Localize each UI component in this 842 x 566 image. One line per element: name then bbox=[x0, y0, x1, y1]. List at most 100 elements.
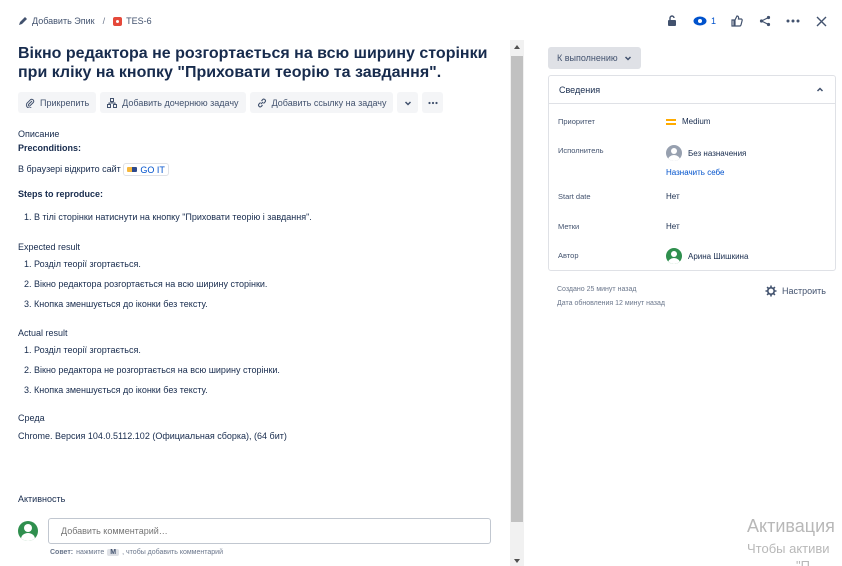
list-item: 2. Вікно редактора розгортається на всю … bbox=[24, 279, 268, 290]
priority-label: Приоритет bbox=[558, 117, 595, 126]
configure-button[interactable]: Настроить bbox=[765, 285, 826, 297]
tip-key: M bbox=[107, 549, 120, 556]
avatar bbox=[18, 521, 38, 541]
share-icon[interactable] bbox=[758, 14, 772, 28]
add-link-label: Добавить ссылку на задачу bbox=[271, 97, 387, 108]
activity-label: Активность bbox=[18, 494, 66, 504]
top-bar: Добавить Эпик / TES-6 1 bbox=[18, 10, 828, 32]
watch-count: 1 bbox=[710, 16, 716, 26]
preconditions-text: В браузері відкрито сайт GO IT bbox=[18, 163, 496, 177]
activation-watermark-hint: "П bbox=[796, 558, 810, 566]
status-dropdown[interactable]: К выполнению bbox=[548, 47, 641, 69]
lock-icon[interactable] bbox=[665, 14, 679, 28]
author-row[interactable]: Автор Арина Шишкина bbox=[558, 248, 825, 264]
comment-input[interactable] bbox=[48, 518, 491, 544]
site-favicon-icon bbox=[127, 167, 138, 173]
assign-to-me-link[interactable]: Назначить себе bbox=[666, 168, 725, 177]
details-title: Сведения bbox=[559, 84, 601, 95]
unassigned-avatar-icon bbox=[666, 145, 682, 161]
list-item: 3. Кнопка зменшується до іконки без текс… bbox=[24, 385, 208, 396]
add-link-button[interactable]: Добавить ссылку на задачу bbox=[249, 92, 394, 113]
eye-icon bbox=[693, 16, 707, 26]
start-date-label: Start date bbox=[558, 192, 591, 201]
status-label: К выполнению bbox=[557, 53, 618, 63]
goit-link[interactable]: GO IT bbox=[123, 163, 169, 177]
chevron-up-icon bbox=[816, 86, 824, 92]
author-label: Автор bbox=[558, 251, 579, 260]
actual-list: 1. Розділ теорії згортається. 2. Вікно р… bbox=[18, 340, 496, 400]
like-icon[interactable] bbox=[730, 14, 744, 28]
activation-watermark-text: Чтобы активи bbox=[747, 541, 830, 556]
priority-medium-icon bbox=[666, 118, 676, 125]
preconditions-sentence: В браузері відкрито сайт bbox=[18, 164, 121, 174]
tip-prefix: Совет: bbox=[50, 549, 74, 556]
updated-timestamp: Дата обновления 12 минут назад bbox=[557, 300, 665, 307]
environment-text: Chrome. Версия 104.0.5112.102 (Официальн… bbox=[18, 431, 287, 442]
pencil-icon bbox=[19, 17, 27, 25]
priority-value: Medium bbox=[666, 117, 710, 126]
labels-label: Метки bbox=[558, 222, 580, 231]
scrollbar-thumb[interactable] bbox=[511, 56, 523, 522]
add-epic-link[interactable]: Добавить Эпик bbox=[18, 16, 95, 26]
bug-icon bbox=[113, 16, 123, 26]
start-date-value: Нет bbox=[666, 192, 680, 201]
preconditions-label: Preconditions: bbox=[18, 143, 82, 153]
expected-label: Expected result bbox=[18, 242, 81, 253]
link-icon bbox=[257, 98, 266, 107]
steps-list: 1. В тілі сторінки натиснути на кнопку "… bbox=[18, 207, 496, 227]
assignee-value: Без назначения bbox=[666, 145, 746, 161]
issue-title[interactable]: Вікно редактора не розгортається на всю … bbox=[18, 44, 496, 82]
chevron-down-icon bbox=[404, 100, 411, 106]
labels-value: Нет bbox=[666, 222, 680, 231]
list-item: 1. В тілі сторінки натиснути на кнопку "… bbox=[24, 212, 312, 223]
issue-key-link[interactable]: TES-6 bbox=[113, 16, 152, 26]
assignee-row[interactable]: Исполнитель Без назначения bbox=[558, 145, 825, 161]
scroll-up-icon[interactable] bbox=[514, 45, 520, 49]
goit-link-label: GO IT bbox=[140, 164, 165, 175]
add-epic-label: Добавить Эпик bbox=[32, 16, 95, 26]
more-icon[interactable] bbox=[786, 14, 800, 28]
breadcrumb-separator: / bbox=[102, 16, 106, 26]
expected-list: 1. Розділ теорії згортається. 2. Вікно р… bbox=[18, 254, 496, 314]
environment-label: Среда bbox=[18, 413, 45, 424]
paperclip-icon bbox=[25, 98, 35, 108]
scrollbar[interactable] bbox=[510, 40, 524, 566]
watch-button[interactable]: 1 bbox=[693, 16, 716, 26]
labels-row[interactable]: Метки Нет bbox=[558, 222, 825, 231]
steps-label: Steps to reproduce: bbox=[18, 189, 104, 200]
details-header[interactable]: Сведения bbox=[549, 76, 835, 104]
chevron-down-icon bbox=[624, 56, 631, 61]
created-timestamp: Создано 25 минут назад bbox=[557, 286, 637, 293]
comment-row bbox=[18, 518, 491, 544]
attach-label: Прикрепить bbox=[40, 97, 90, 108]
list-item: 1. Розділ теорії згортається. bbox=[24, 259, 141, 270]
list-item: 2. Вікно редактора не розгортається на в… bbox=[24, 365, 280, 376]
priority-row[interactable]: Приоритет Medium bbox=[558, 117, 825, 126]
list-item: 3. Кнопка зменшується до іконки без текс… bbox=[24, 299, 208, 310]
priority-text: Medium bbox=[682, 117, 711, 126]
actual-label: Actual result bbox=[18, 328, 68, 339]
description-body[interactable]: Preconditions: В браузері відкрито сайт … bbox=[18, 143, 496, 441]
more-icon bbox=[428, 101, 438, 104]
add-child-button[interactable]: Добавить дочернюю задачу bbox=[100, 92, 246, 113]
issue-main: Вікно редактора не розгортається на всю … bbox=[18, 44, 496, 441]
list-item: 1. Розділ теорії згортається. bbox=[24, 345, 141, 356]
start-date-row[interactable]: Start date Нет bbox=[558, 192, 825, 201]
comment-tip: Совет: нажмите M , чтобы добавить коммен… bbox=[50, 549, 223, 556]
scroll-down-icon[interactable] bbox=[514, 559, 520, 563]
add-child-label: Добавить дочернюю задачу bbox=[122, 97, 239, 108]
avatar bbox=[666, 248, 682, 264]
tip-suffix: , чтобы добавить комментарий bbox=[122, 549, 223, 556]
hierarchy-icon bbox=[107, 97, 118, 108]
details-panel: Сведения Приоритет Medium Исполнитель Бе… bbox=[548, 75, 836, 271]
more-actions-button[interactable] bbox=[422, 92, 444, 113]
close-icon[interactable] bbox=[814, 14, 828, 28]
gear-icon bbox=[765, 285, 777, 297]
tip-press: нажмите bbox=[76, 549, 105, 556]
attach-button[interactable]: Прикрепить bbox=[18, 92, 97, 113]
assignee-label: Исполнитель bbox=[558, 146, 604, 155]
configure-label: Настроить bbox=[782, 286, 826, 296]
assignee-text: Без назначения bbox=[688, 148, 747, 158]
activation-watermark-title: Активация bbox=[747, 516, 835, 536]
add-link-dropdown[interactable] bbox=[397, 92, 419, 113]
